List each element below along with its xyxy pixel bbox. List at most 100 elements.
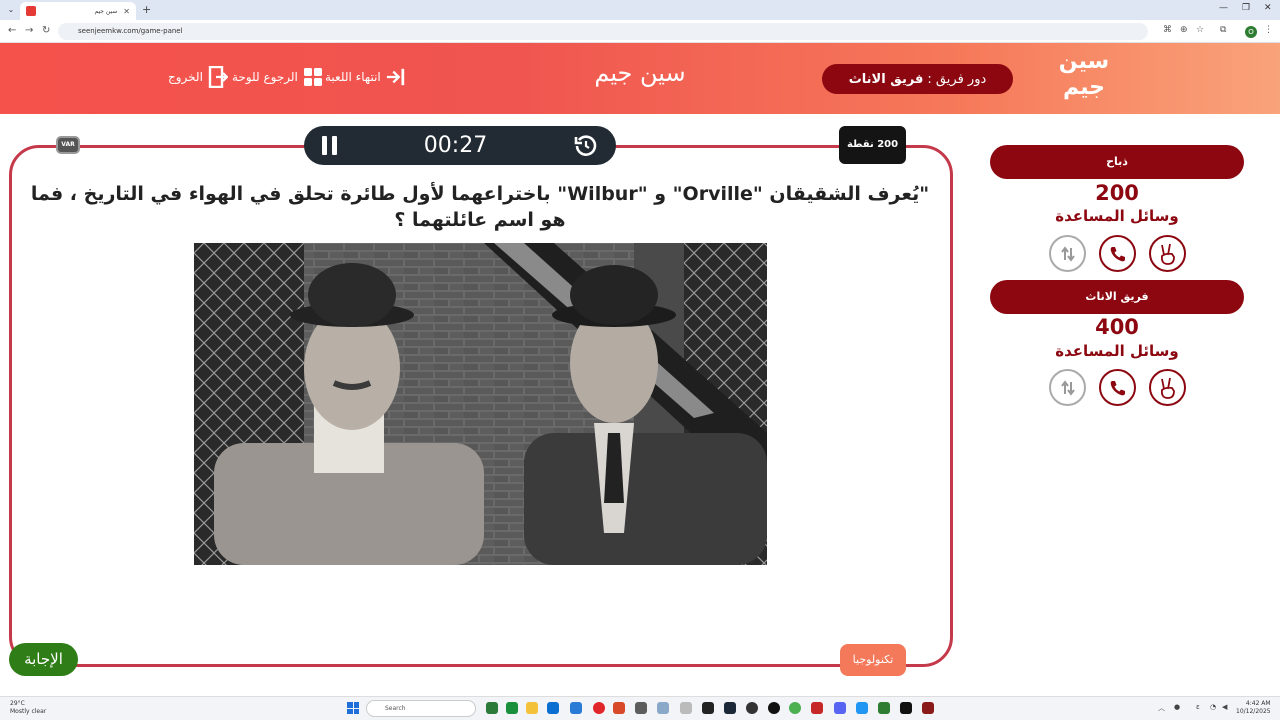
reveal-answer-button[interactable]: الإجابة — [9, 643, 78, 676]
address-bar-row: ← → ↻ seenjeemkw.com/game-panel ⌘ ⊕ ☆ ⧉ … — [0, 20, 1280, 43]
current-turn-badge: دور فريق : فريق الاناث — [822, 64, 1013, 94]
app-icon[interactable] — [570, 702, 582, 714]
tab-close-icon[interactable]: ✕ — [123, 7, 130, 16]
team-2-call-aid[interactable] — [1099, 369, 1136, 406]
end-game-button[interactable]: انتهاء اللعبة — [325, 67, 406, 87]
door-exit-icon — [208, 66, 228, 88]
app-icon[interactable] — [900, 702, 912, 714]
question-points-badge: 200 نقطة — [839, 126, 906, 164]
exit-arrow-icon — [386, 67, 406, 87]
team-1-swap-aid[interactable] — [1049, 235, 1086, 272]
team-2-score: 400 — [1095, 315, 1139, 339]
brand-title: سين جيم — [594, 59, 686, 87]
app-icon[interactable] — [680, 702, 692, 714]
team-2-two-answers-aid[interactable] — [1149, 369, 1186, 406]
browser-tab[interactable]: سين جيم ✕ — [20, 2, 136, 20]
team-1-aids-label: وسائل المساعدة — [1055, 207, 1179, 225]
close-window-icon[interactable]: ✕ — [1264, 3, 1272, 13]
windows-taskbar: 29°C Mostly clear Search ︿ ● ε ◔ ◀ 4:42 … — [0, 696, 1280, 720]
tab-search-icon[interactable]: ⌄ — [4, 3, 18, 17]
peace-hand-icon — [1160, 243, 1175, 265]
forward-icon[interactable]: → — [25, 25, 33, 36]
turn-team-name: فريق الاناث — [848, 71, 924, 87]
reset-timer-icon[interactable] — [574, 134, 598, 158]
app-icon[interactable] — [657, 702, 669, 714]
team-1-score: 200 — [1095, 181, 1139, 205]
file-explorer-icon[interactable] — [526, 702, 538, 714]
app-icon[interactable] — [635, 702, 647, 714]
minimize-icon[interactable]: — — [1219, 3, 1228, 13]
restore-icon[interactable]: ❐ — [1242, 3, 1250, 13]
app-icon[interactable] — [922, 702, 934, 714]
team-1-call-aid[interactable] — [1099, 235, 1136, 272]
chrome-icon[interactable] — [789, 702, 801, 714]
tray-chevron-icon[interactable]: ︿ — [1158, 703, 1165, 713]
clock-time: 4:42 AM — [1245, 700, 1271, 707]
weather-widget[interactable]: 29°C Mostly clear — [10, 700, 46, 716]
pause-icon[interactable] — [322, 136, 337, 155]
app-icon[interactable] — [613, 702, 625, 714]
system-clock[interactable]: 4:42 AM 10/12/2025 — [1236, 700, 1271, 716]
opera-icon[interactable] — [593, 702, 605, 714]
extensions-icon[interactable]: ⧉ — [1220, 25, 1226, 35]
end-game-label: انتهاء اللعبة — [325, 70, 381, 84]
team-2-name: فريق الاناث — [990, 280, 1244, 314]
team-1-name: ذباح — [990, 145, 1244, 179]
taskbar-search[interactable]: Search — [366, 700, 476, 717]
logo-line-2: جيم — [1062, 75, 1106, 100]
translate-icon[interactable]: ⌘ — [1163, 25, 1172, 35]
app-icon[interactable] — [856, 702, 868, 714]
game-header: سين جيم دور فريق : فريق الاناث سين جيم ا… — [0, 43, 1280, 114]
zoom-icon[interactable]: ⊕ — [1180, 25, 1188, 35]
phone-icon — [1110, 380, 1125, 395]
wifi-icon[interactable]: ◔ — [1210, 703, 1216, 711]
steam-icon[interactable] — [724, 702, 736, 714]
tab-title: سين جيم — [94, 7, 118, 15]
var-icon[interactable]: VAR — [56, 136, 80, 154]
app-icon[interactable] — [768, 702, 780, 714]
profile-avatar[interactable]: O — [1245, 26, 1257, 38]
category-badge: تكنولوجيا — [840, 644, 906, 676]
site-favicon-icon — [26, 6, 36, 16]
bookmark-star-icon[interactable]: ☆ — [1196, 25, 1204, 35]
swap-arrows-icon — [1060, 379, 1075, 396]
back-to-board-button[interactable]: الرجوع للوحة — [232, 67, 323, 87]
seen-jeem-logo: سين جيم — [1052, 49, 1116, 109]
exit-label: الخروج — [168, 70, 203, 84]
volume-icon[interactable]: ◀ — [1222, 703, 1227, 711]
team-1-two-answers-aid[interactable] — [1149, 235, 1186, 272]
clock-date: 10/12/2025 — [1236, 708, 1271, 715]
app-icon[interactable] — [547, 702, 559, 714]
discord-icon[interactable] — [834, 702, 846, 714]
exit-button[interactable]: الخروج — [168, 66, 228, 88]
team-2-aids-label: وسائل المساعدة — [1055, 342, 1179, 360]
browser-tab-bar: ⌄ سين جيم ✕ + — ❐ ✕ — [0, 0, 1280, 20]
app-icon[interactable] — [878, 702, 890, 714]
lang-icon[interactable]: ε — [1196, 703, 1200, 711]
back-icon[interactable]: ← — [8, 25, 16, 36]
logo-line-1: سين — [1058, 49, 1110, 74]
mic-icon[interactable]: ● — [1174, 703, 1180, 711]
weather-temp: 29°C — [10, 700, 25, 707]
question-photo — [194, 243, 767, 565]
app-icon[interactable] — [811, 702, 823, 714]
new-tab-icon[interactable]: + — [142, 3, 151, 16]
peace-hand-icon — [1160, 377, 1175, 399]
timer-bar: 00:27 — [304, 126, 616, 165]
question-text: "يُعرف الشقيقان "Orville" و "Wilbur" باخ… — [30, 183, 930, 231]
reload-icon[interactable]: ↻ — [42, 25, 50, 36]
weather-condition: Mostly clear — [10, 708, 47, 715]
grid-icon — [303, 67, 323, 87]
turn-label: دور فريق : — [927, 71, 987, 87]
team-2-swap-aid[interactable] — [1049, 369, 1086, 406]
app-icon[interactable] — [702, 702, 714, 714]
swap-arrows-icon — [1060, 245, 1075, 262]
menu-dots-icon[interactable]: ⋮ — [1264, 25, 1273, 35]
url-field[interactable]: seenjeemkw.com/game-panel — [58, 23, 1148, 40]
back-to-board-label: الرجوع للوحة — [232, 70, 298, 84]
app-icon[interactable] — [746, 702, 758, 714]
start-menu-icon[interactable] — [347, 702, 359, 714]
app-icon[interactable] — [486, 702, 498, 714]
app-icon[interactable] — [506, 702, 518, 714]
timer-display: 00:27 — [423, 133, 488, 158]
